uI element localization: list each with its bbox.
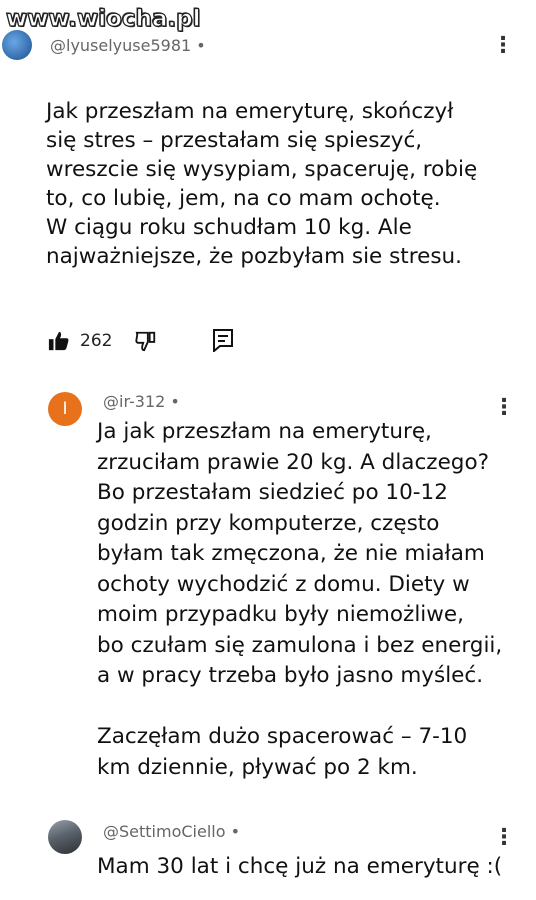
avatar[interactable] xyxy=(48,820,82,854)
thumbs-down-icon[interactable] xyxy=(134,330,158,352)
watermark-logo: www.wiocha.pl xyxy=(5,5,201,32)
avatar[interactable]: I xyxy=(48,392,82,426)
thumbs-up-icon[interactable] xyxy=(48,330,70,352)
comment-text: Mam 30 lat i chcę już na emeryturę :( xyxy=(97,854,503,879)
reply-icon[interactable] xyxy=(212,328,234,354)
avatar[interactable] xyxy=(2,30,32,60)
more-vertical-icon[interactable]: ⋮ xyxy=(492,35,514,57)
comment-text: Jak przeszłam na emeryturę, skończył się… xyxy=(46,99,478,269)
more-vertical-icon[interactable]: ⋮ xyxy=(493,827,515,849)
like-count: 262 xyxy=(80,331,113,351)
comment-author-handle[interactable]: @SettimoCiello • xyxy=(103,822,240,841)
more-vertical-icon[interactable]: ⋮ xyxy=(493,397,515,419)
comment-text: Ja jak przeszłam na emeryturę, zrzuciłam… xyxy=(97,419,503,780)
comment-author-handle[interactable]: @ir-312 • xyxy=(103,392,180,411)
comment-author-handle[interactable]: @lyuselyuse5981 • xyxy=(50,36,206,55)
